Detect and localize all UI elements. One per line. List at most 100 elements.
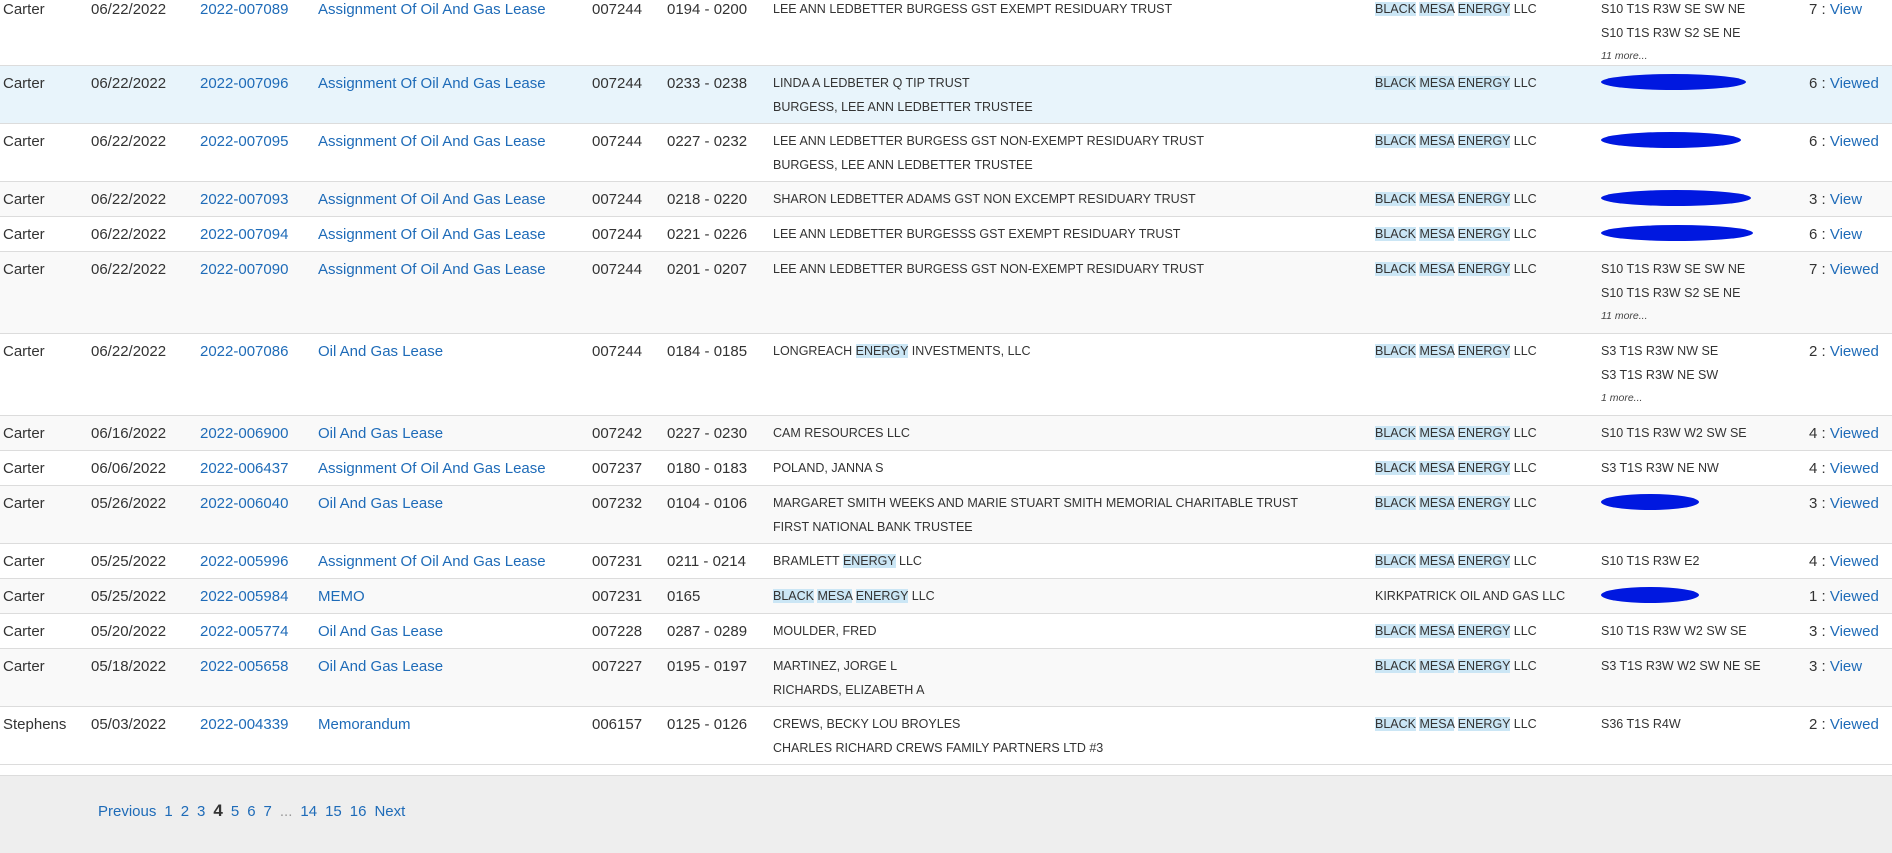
doc-type-cell: Oil And Gas Lease (318, 334, 592, 416)
grantee-name: BLACK MESA ENERGY LLC (1375, 659, 1537, 673)
date-cell: 05/20/2022 (91, 623, 167, 640)
redaction-mark (1601, 74, 1746, 90)
table-row: Carter 05/18/2022 2022-005658 Oil And Gas L… (0, 648, 1892, 707)
view-link[interactable]: View (1830, 658, 1862, 675)
doc-number-link[interactable]: 2022-007089 (200, 1, 288, 18)
view-count: 3 : (1809, 495, 1826, 512)
table-row: Carter 06/06/2022 2022-006437 Assignment Of… (0, 451, 1892, 486)
county-cell: Carter (3, 553, 45, 570)
page-link-14[interactable]: 14 (300, 803, 317, 820)
legal-line: S10 T1S R3W SE SW NE (1601, 2, 1746, 16)
doc-type-link[interactable]: Assignment Of Oil And Gas Lease (318, 75, 546, 92)
doc-number-cell: 2022-007090 (200, 252, 318, 334)
grantee-name: BLACK MESA ENERGY LLC (1375, 192, 1537, 206)
table-row: Stephens 05/03/2022 2022-004339 Memorandum 0… (0, 707, 1892, 765)
doc-type-link[interactable]: Assignment Of Oil And Gas Lease (318, 226, 546, 243)
doc-type-link[interactable]: Assignment Of Oil And Gas Lease (318, 1, 546, 18)
view-link[interactable]: Viewed (1830, 75, 1879, 92)
doc-number-link[interactable]: 2022-007086 (200, 343, 288, 360)
doc-number-link[interactable]: 2022-005984 (200, 588, 288, 605)
doc-type-link[interactable]: MEMO (318, 588, 365, 605)
search-highlight: ENERGY (1457, 134, 1511, 148)
doc-type-link[interactable]: Oil And Gas Lease (318, 425, 443, 442)
legal-line: S10 T1S R3W SE SW NE (1601, 262, 1746, 276)
doc-number-link[interactable]: 2022-006900 (200, 425, 288, 442)
more-legal-link[interactable]: 11 more... (1601, 307, 1809, 325)
view-link[interactable]: Viewed (1830, 623, 1879, 640)
doc-number-link[interactable]: 2022-006040 (200, 495, 288, 512)
doc-number-link[interactable]: 2022-005658 (200, 658, 288, 675)
search-highlight: BLACK (1375, 134, 1416, 148)
next-page-link[interactable]: Next (374, 803, 405, 820)
grantor-name: CHARLES RICHARD CREWS FAMILY PARTNERS LT… (773, 741, 1104, 755)
view-count: 7 : (1809, 261, 1826, 278)
doc-type-link[interactable]: Assignment Of Oil And Gas Lease (318, 460, 546, 477)
doc-type-link[interactable]: Memorandum (318, 716, 411, 733)
view-count: 4 : (1809, 425, 1826, 442)
doc-type-cell: Assignment Of Oil And Gas Lease (318, 66, 592, 124)
view-count: 4 : (1809, 553, 1826, 570)
search-highlight: BLACK (1375, 426, 1416, 440)
doc-type-link[interactable]: Oil And Gas Lease (318, 495, 443, 512)
doc-number-link[interactable]: 2022-006437 (200, 460, 288, 477)
page-link-6[interactable]: 6 (247, 803, 255, 820)
redaction-mark (1601, 190, 1751, 206)
doc-type-link[interactable]: Assignment Of Oil And Gas Lease (318, 261, 546, 278)
doc-type-link[interactable]: Assignment Of Oil And Gas Lease (318, 191, 546, 208)
doc-number-link[interactable]: 2022-007090 (200, 261, 288, 278)
page-link-7[interactable]: 7 (264, 803, 272, 820)
grantor-cell: BLACK MESA ENERGY LLC (773, 579, 1375, 614)
doc-number-link[interactable]: 2022-007095 (200, 133, 288, 150)
view-link[interactable]: Viewed (1830, 133, 1879, 150)
doc-number-link[interactable]: 2022-007094 (200, 226, 288, 243)
page-link-2[interactable]: 2 (181, 803, 189, 820)
doc-type-link[interactable]: Assignment Of Oil And Gas Lease (318, 553, 546, 570)
doc-number-link[interactable]: 2022-004339 (200, 716, 288, 733)
county-cell: Carter (3, 75, 45, 92)
view-link[interactable]: Viewed (1830, 495, 1879, 512)
page-link-15[interactable]: 15 (325, 803, 342, 820)
date-cell: 05/26/2022 (91, 495, 167, 512)
doc-number-cell: 2022-007093 (200, 182, 318, 217)
pagination-bar: Previous 1 2 3 4 5 6 7... 14 15 16 Next (0, 775, 1892, 853)
grantee-cell: BLACK MESA ENERGY LLC (1375, 182, 1601, 217)
grantee-cell: BLACK MESA ENERGY LLC (1375, 451, 1601, 486)
search-highlight: ENERGY (1457, 461, 1511, 475)
doc-type-link[interactable]: Oil And Gas Lease (318, 658, 443, 675)
view-link[interactable]: Viewed (1830, 553, 1879, 570)
page-link-5[interactable]: 5 (231, 803, 239, 820)
page-link-3[interactable]: 3 (197, 803, 205, 820)
page-link-1[interactable]: 1 (164, 803, 172, 820)
view-link[interactable]: View (1830, 191, 1862, 208)
doc-number-link[interactable]: 2022-005996 (200, 553, 288, 570)
view-link[interactable]: Viewed (1830, 261, 1879, 278)
view-link[interactable]: Viewed (1830, 425, 1879, 442)
legal-description-cell (1601, 217, 1809, 252)
doc-type-link[interactable]: Oil And Gas Lease (318, 343, 443, 360)
legal-line: S3 T1S R3W NW SE (1601, 344, 1719, 358)
view-link[interactable]: View (1830, 1, 1862, 18)
views-cell: 4 : Viewed (1809, 451, 1892, 486)
grantor-cell: LEE ANN LEDBETTER BURGESSS GST EXEMPT RE… (773, 217, 1375, 252)
search-highlight: MESA (1419, 624, 1455, 638)
view-link[interactable]: Viewed (1830, 588, 1879, 605)
legal-description-cell (1601, 579, 1809, 614)
doc-type-link[interactable]: Assignment Of Oil And Gas Lease (318, 133, 546, 150)
table-row: Carter 05/26/2022 2022-006040 Oil And Gas L… (0, 485, 1892, 544)
more-legal-link[interactable]: 11 more... (1601, 47, 1809, 65)
view-link[interactable]: Viewed (1830, 716, 1879, 733)
page-link-16[interactable]: 16 (350, 803, 367, 820)
doc-number-link[interactable]: 2022-005774 (200, 623, 288, 640)
view-link[interactable]: View (1830, 226, 1862, 243)
doc-type-cell: MEMO (318, 579, 592, 614)
view-link[interactable]: Viewed (1830, 343, 1879, 360)
grantor-cell: LEE ANN LEDBETTER BURGESS GST NON-EXEMPT… (773, 252, 1375, 334)
book-cell: 007244 (592, 261, 643, 278)
doc-number-link[interactable]: 2022-007096 (200, 75, 288, 92)
doc-type-cell: Assignment Of Oil And Gas Lease (318, 451, 592, 486)
view-link[interactable]: Viewed (1830, 460, 1879, 477)
previous-page-link[interactable]: Previous (98, 803, 156, 820)
doc-number-link[interactable]: 2022-007093 (200, 191, 288, 208)
doc-type-link[interactable]: Oil And Gas Lease (318, 623, 443, 640)
more-legal-link[interactable]: 1 more... (1601, 389, 1809, 407)
